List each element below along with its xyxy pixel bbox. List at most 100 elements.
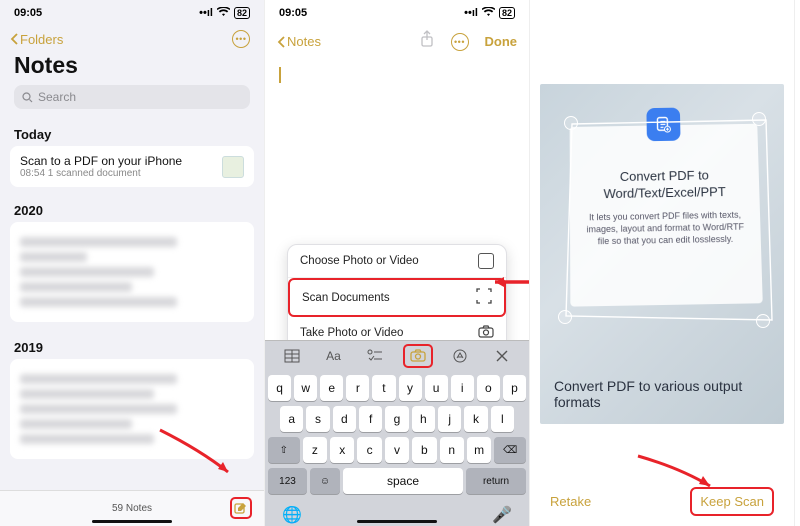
key[interactable]: w <box>294 375 317 401</box>
key[interactable]: l <box>491 406 514 432</box>
checklist-button[interactable] <box>361 345 389 367</box>
camera-toolbar-button[interactable] <box>403 344 433 368</box>
bottom-toolbar: 59 Notes <box>0 490 264 526</box>
back-button[interactable]: Notes <box>277 34 321 49</box>
signal-icon: ••ıl <box>464 7 478 19</box>
key[interactable]: g <box>385 406 408 432</box>
key[interactable]: d <box>333 406 356 432</box>
numbers-key[interactable]: 123 <box>268 468 307 494</box>
mic-icon[interactable]: 🎤 <box>492 505 512 525</box>
share-icon <box>419 30 435 48</box>
format-button[interactable]: Aa <box>319 345 347 367</box>
key[interactable]: o <box>477 375 500 401</box>
key-row-2: a s d f g h j k l <box>268 406 526 432</box>
battery-icon: 82 <box>234 7 250 19</box>
key-row-4: 123 ☺ space return <box>268 468 526 494</box>
chevron-left-icon <box>277 36 285 48</box>
close-toolbar-button[interactable] <box>488 345 516 367</box>
chevron-left-icon <box>10 33 18 45</box>
return-key[interactable]: return <box>466 468 526 494</box>
space-key[interactable]: space <box>343 468 463 494</box>
scan-preview-screen: Convert PDF to Word/Text/Excel/PPT It le… <box>530 0 795 526</box>
table-button[interactable] <box>278 345 306 367</box>
key[interactable]: x <box>330 437 354 463</box>
key[interactable]: y <box>399 375 422 401</box>
notes-count: 59 Notes <box>112 503 152 514</box>
note-item[interactable]: Scan to a PDF on your iPhone 08:54 1 sca… <box>10 146 254 187</box>
key[interactable]: e <box>320 375 343 401</box>
more-button[interactable]: ••• <box>451 33 469 51</box>
status-right: ••ıl 82 <box>464 7 515 20</box>
scan-action-bar: Retake Keep Scan <box>530 476 794 526</box>
retake-button[interactable]: Retake <box>550 494 591 509</box>
scanned-photo: Convert PDF to Word/Text/Excel/PPT It le… <box>540 84 784 424</box>
search-placeholder: Search <box>38 90 76 104</box>
search-input[interactable]: Search <box>14 85 250 109</box>
more-button[interactable]: ••• <box>232 30 250 48</box>
note-edit-screen: 09:05 ••ıl 82 Notes ••• Done Choose Phot… <box>265 0 530 526</box>
menu-choose-photo[interactable]: Choose Photo or Video <box>288 245 506 278</box>
crop-outline <box>560 114 780 324</box>
markup-button[interactable] <box>446 345 474 367</box>
key[interactable]: b <box>412 437 436 463</box>
compose-button[interactable] <box>230 497 252 519</box>
signal-icon: ••ıl <box>199 7 213 19</box>
emoji-key[interactable]: ☺ <box>310 468 340 494</box>
home-indicator <box>357 520 437 524</box>
back-button[interactable]: Folders <box>10 32 63 47</box>
section-today: Today <box>0 119 264 146</box>
key[interactable]: p <box>503 375 526 401</box>
key[interactable]: j <box>438 406 461 432</box>
shift-key[interactable]: ⇧ <box>268 437 300 463</box>
status-bar: 09:05 ••ıl 82 <box>265 0 529 26</box>
status-time: 09:05 <box>279 7 307 19</box>
doc-subheading: Convert PDF to various output formats <box>554 378 774 410</box>
key[interactable]: m <box>467 437 491 463</box>
key[interactable]: z <box>303 437 327 463</box>
scan-doc-icon <box>476 288 492 307</box>
key[interactable]: f <box>359 406 382 432</box>
status-time: 09:05 <box>14 7 42 19</box>
key[interactable]: q <box>268 375 291 401</box>
status-bar: 09:05 ••ıl 82 <box>0 0 264 26</box>
battery-icon: 82 <box>499 7 515 19</box>
key[interactable]: r <box>346 375 369 401</box>
wifi-icon <box>217 7 230 20</box>
key[interactable]: k <box>464 406 487 432</box>
note-thumbnail <box>222 156 244 178</box>
menu-label: Take Photo or Video <box>300 327 403 339</box>
globe-icon[interactable]: 🌐 <box>282 505 302 525</box>
back-label: Folders <box>20 32 63 47</box>
key[interactable]: v <box>385 437 409 463</box>
key[interactable]: h <box>412 406 435 432</box>
note-editor[interactable] <box>265 57 529 237</box>
nav-bar: Notes ••• Done <box>265 26 529 57</box>
text-cursor <box>279 67 281 83</box>
key[interactable]: u <box>425 375 448 401</box>
menu-scan-documents[interactable]: Scan Documents <box>288 278 506 317</box>
key[interactable]: c <box>357 437 381 463</box>
key[interactable]: s <box>306 406 329 432</box>
done-button[interactable]: Done <box>485 34 518 49</box>
blurred-notes-group <box>10 222 254 322</box>
home-indicator <box>92 520 172 524</box>
key[interactable]: i <box>451 375 474 401</box>
share-button[interactable] <box>419 30 435 53</box>
page-title: Notes <box>0 52 264 85</box>
key-row-1: q w e r t y u i o p <box>268 375 526 401</box>
scan-preview-area[interactable]: Convert PDF to Word/Text/Excel/PPT It le… <box>530 0 794 526</box>
key[interactable]: n <box>440 437 464 463</box>
menu-label: Scan Documents <box>302 292 390 304</box>
key[interactable]: t <box>372 375 395 401</box>
keep-scan-button[interactable]: Keep Scan <box>690 487 774 516</box>
nav-bar: Folders ••• <box>0 26 264 52</box>
key[interactable]: a <box>280 406 303 432</box>
camera-icon <box>478 325 494 341</box>
keyboard: q w e r t y u i o p a s d f g h j k l ⇧ … <box>265 370 529 526</box>
note-subtitle: 08:54 1 scanned document <box>20 168 182 179</box>
backspace-key[interactable]: ⌫ <box>494 437 526 463</box>
status-right: ••ıl 82 <box>199 7 250 20</box>
notes-list-screen: 09:05 ••ıl 82 Folders ••• Notes Search T… <box>0 0 265 526</box>
keyboard-toolbar: Aa <box>265 340 529 370</box>
menu-label: Choose Photo or Video <box>300 255 419 267</box>
